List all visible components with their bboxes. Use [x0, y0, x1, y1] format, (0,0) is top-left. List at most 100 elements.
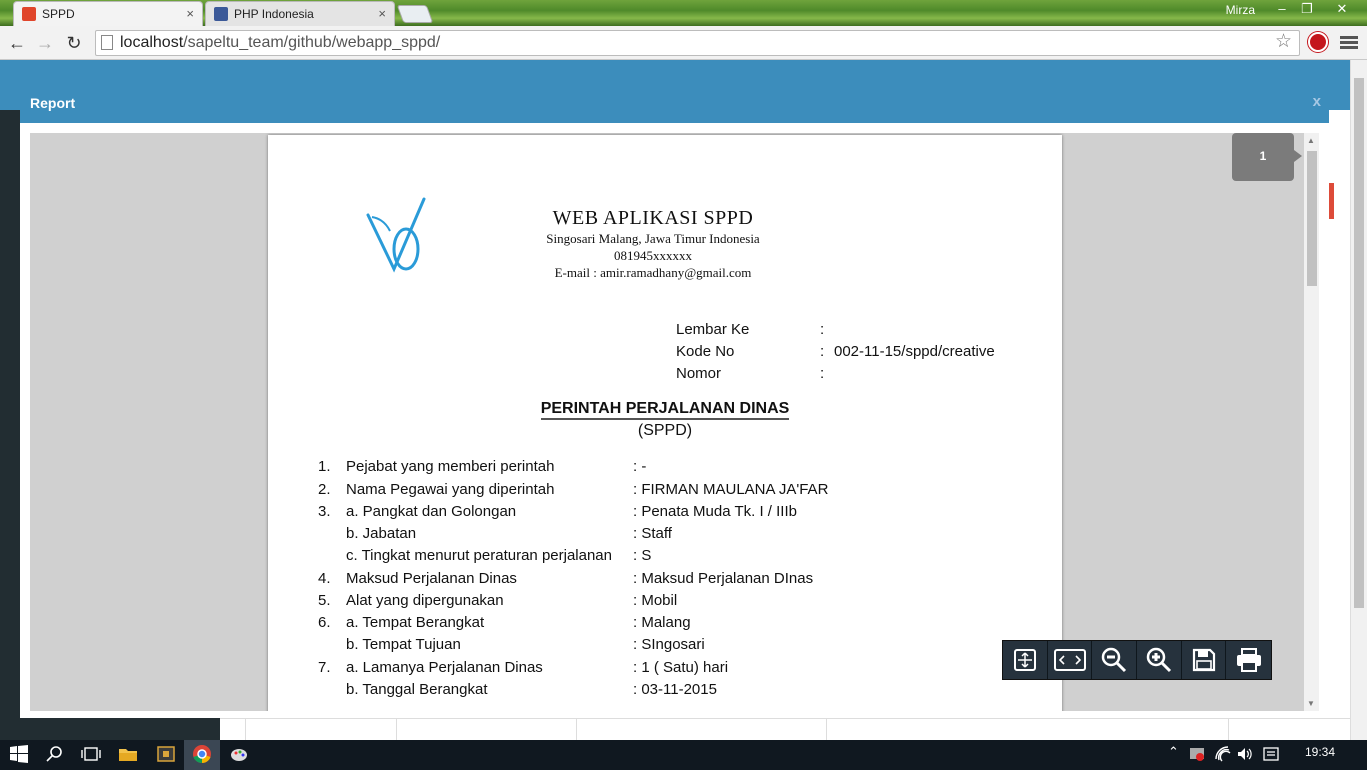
show-hidden-icons-icon[interactable]: ⌃ [1168, 744, 1179, 760]
page-scrollbar-thumb[interactable] [1354, 78, 1364, 608]
item-value: : 03-11-2015 [633, 681, 717, 698]
list-item: c. Tingkat menurut peraturan perjalanan:… [268, 547, 1062, 569]
wifi-icon[interactable] [1214, 745, 1232, 763]
app-icon[interactable] [155, 744, 177, 764]
notification-icon[interactable] [1262, 745, 1280, 763]
facebook-favicon-icon [214, 7, 228, 21]
windows-start-icon[interactable] [8, 744, 30, 764]
list-item: b. Jabatan: Staff [268, 525, 1062, 547]
url-host: localhost [120, 34, 184, 51]
tab-label: PHP Indonesia [234, 7, 314, 21]
bookmark-star-icon[interactable]: ☆ [1275, 30, 1292, 53]
scroll-down-icon[interactable]: ▼ [1307, 699, 1315, 708]
item-number: 1. [318, 458, 331, 475]
item-value: : SIngosari [633, 636, 705, 653]
search-icon[interactable] [44, 744, 66, 764]
chrome-icon[interactable] [191, 744, 213, 764]
save-button[interactable] [1182, 641, 1227, 679]
task-view-icon[interactable] [80, 744, 102, 764]
taskbar-clock[interactable]: 19:34 [1300, 745, 1340, 759]
item-label: Maksud Perjalanan Dinas [346, 570, 517, 587]
chrome-menu-icon[interactable] [1340, 34, 1358, 52]
tab-close-icon[interactable]: × [378, 6, 386, 21]
list-item: 3. a. Pangkat dan Golongan : Penata Muda T… [268, 503, 1062, 525]
extension-icon[interactable] [1308, 32, 1328, 52]
report-modal: Report x WEB APLIKASI SPPD Singosari Mal… [20, 82, 1329, 718]
document-title-text: PERINTAH PERJALANAN DINAS [540, 400, 790, 420]
scroll-up-icon[interactable]: ▲ [1307, 136, 1315, 145]
fit-page-icon [1013, 649, 1036, 671]
close-window-button[interactable]: ✕ [1328, 0, 1356, 20]
item-value: : S [633, 547, 652, 564]
tab-close-icon[interactable]: × [186, 6, 194, 21]
print-icon [1236, 648, 1261, 672]
item-label: a. Tempat Berangkat [346, 614, 485, 631]
pdf-page: WEB APLIKASI SPPD Singosari Malang, Jawa… [268, 135, 1062, 711]
list-item: 4. Maksud Perjalanan Dinas: Maksud Perjal… [268, 570, 1062, 592]
item-number: 6. [318, 614, 331, 631]
zoom-out-button[interactable] [1092, 641, 1138, 679]
modal-header: Report x [20, 82, 1329, 123]
url-path: /sapeltu_team/github/webapp_sppd/ [183, 34, 441, 51]
item-value: : - [633, 458, 647, 475]
meta-sep: : [820, 321, 825, 338]
file-explorer-icon[interactable] [117, 744, 139, 764]
tab-sppd[interactable]: SPPD × [13, 1, 203, 26]
fit-width-button[interactable] [1048, 641, 1093, 679]
maximize-button[interactable]: ❐ [1295, 0, 1319, 20]
meta-value: 002-11-15/sppd/creative [834, 343, 995, 360]
pdf-toolbar [1002, 640, 1272, 680]
modal-close-button[interactable]: x [1313, 93, 1321, 110]
reload-icon[interactable]: ↻ [63, 32, 85, 54]
table-divider [396, 718, 397, 740]
meta-label: Lembar Ke [676, 321, 750, 338]
paint-icon[interactable] [228, 744, 250, 764]
background-table-strip [220, 718, 1350, 740]
table-divider [245, 718, 246, 740]
item-value: : Mobil [633, 592, 678, 609]
org-phone: 081945xxxxxx [614, 248, 692, 263]
item-label: Alat yang dipergunakan [346, 592, 504, 609]
meta-label: Kode No [676, 343, 735, 360]
pdf-viewer: WEB APLIKASI SPPD Singosari Malang, Jawa… [30, 133, 1319, 711]
print-button[interactable] [1226, 641, 1271, 679]
item-number: 3. [318, 503, 331, 520]
item-value: : Penata Muda Tk. I / IIIb [633, 503, 797, 520]
zoom-in-icon [1146, 647, 1171, 673]
list-item: 1. Pejabat yang memberi perintah: - [268, 458, 1062, 480]
zoom-in-button[interactable] [1137, 641, 1182, 679]
fit-width-icon [1053, 649, 1086, 671]
page-scrollbar[interactable] [1350, 60, 1367, 740]
address-bar[interactable]: localhost/sapeltu_team/github/webapp_spp… [95, 30, 1300, 56]
tray-app-icon[interactable] [1188, 745, 1206, 763]
back-icon[interactable]: ← [6, 32, 28, 54]
viewer-scrollbar-thumb[interactable] [1307, 151, 1317, 286]
sppd-favicon-icon [22, 7, 36, 21]
item-label: a. Lamanya Perjalanan Dinas [346, 659, 543, 676]
item-label: c. Tingkat menurut peraturan perjalanan [346, 547, 612, 564]
meta-sep: : [820, 365, 825, 382]
meta-sep: : [820, 343, 825, 360]
page-number-indicator: 1 [1232, 133, 1302, 181]
forward-icon[interactable]: → [34, 32, 56, 54]
item-label: b. Tanggal Berangkat [346, 681, 488, 698]
modal-title: Report [30, 95, 76, 111]
new-tab-button[interactable] [396, 5, 434, 23]
profile-name[interactable]: Mirza [1226, 3, 1255, 17]
minimize-button[interactable]: – [1270, 0, 1294, 20]
save-icon [1192, 648, 1215, 672]
list-item: b. Tanggal Berangkat : 03-11-2015 [268, 681, 1062, 703]
viewer-scrollbar[interactable]: ▲ ▼ [1304, 133, 1319, 711]
tab-label: SPPD [42, 7, 75, 21]
fit-page-button[interactable] [1003, 641, 1048, 679]
tab-php-indonesia[interactable]: PHP Indonesia × [205, 1, 395, 26]
item-label: b. Tempat Tujuan [346, 636, 461, 653]
volume-icon[interactable] [1236, 745, 1254, 763]
item-label: a. Pangkat dan Golongan [346, 503, 517, 520]
item-number: 4. [318, 570, 331, 587]
item-value: : Staff [633, 525, 672, 542]
table-divider [826, 718, 827, 740]
item-number: 2. [318, 481, 331, 498]
zoom-out-icon [1101, 647, 1127, 673]
page-icon [101, 35, 113, 50]
